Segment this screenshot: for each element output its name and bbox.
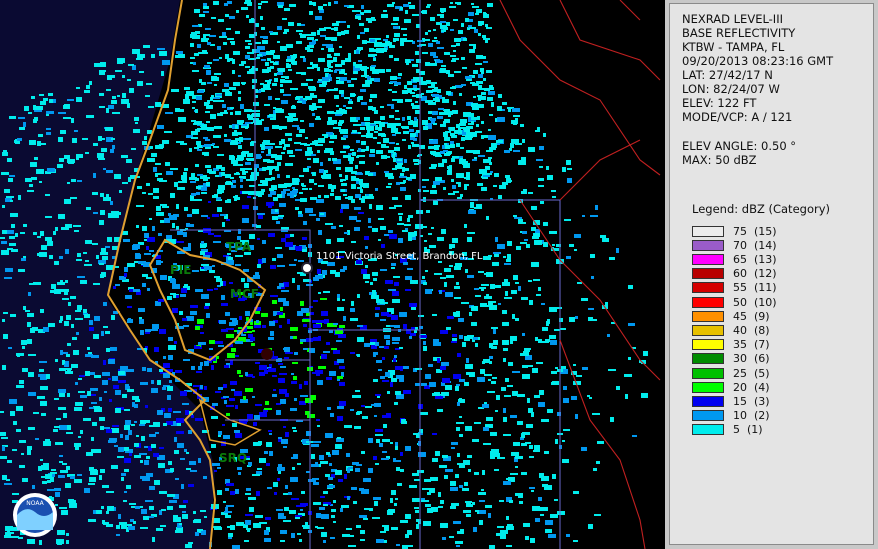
legend-row: 20 (4)	[692, 380, 770, 394]
station-label-srq: SRQ	[219, 451, 248, 465]
legend-label: 20 (4)	[733, 380, 770, 394]
legend-label: 5 (1)	[733, 423, 763, 437]
legend-row: 15 (3)	[692, 394, 770, 408]
scan-datetime: 09/20/2013 08:23:16 GMT	[682, 54, 834, 68]
station-name: KTBW - TAMPA, FL	[682, 40, 785, 54]
radar-map[interactable]: NOAA TPA PIE MCF SRQ 1101 Victoria Stree…	[0, 0, 665, 549]
legend-label: 65 (13)	[733, 252, 777, 266]
legend-label: 25 (5)	[733, 366, 770, 380]
legend-swatch	[692, 324, 724, 336]
longitude: LON: 82/24/07 W	[682, 82, 780, 96]
max-dbz: MAX: 50 dBZ	[682, 153, 757, 167]
mode-vcp: MODE/VCP: A / 121	[682, 110, 793, 124]
elevation: ELEV: 122 FT	[682, 96, 757, 110]
legend-row: 60 (12)	[692, 267, 777, 281]
location-address-label: 1101 Victoria Street, Brandon, FL	[316, 251, 483, 262]
legend-row: 65 (13)	[692, 252, 777, 266]
legend-label: 15 (3)	[733, 394, 770, 408]
legend-row: 25 (5)	[692, 366, 770, 380]
legend-row: 55 (11)	[692, 281, 777, 295]
legend-swatch	[692, 282, 724, 294]
legend-label: 30 (6)	[733, 352, 770, 366]
legend-row: 70 (14)	[692, 238, 777, 252]
radar-site-center	[261, 348, 273, 360]
legend-row: 40 (8)	[692, 323, 770, 337]
station-label-pie: PIE	[170, 263, 192, 277]
legend-swatch	[692, 339, 724, 351]
legend-swatch	[692, 395, 724, 407]
station-label-mcf: MCF	[230, 287, 259, 301]
noaa-logo: NOAA	[13, 493, 57, 537]
legend-title: Legend: dBZ (Category)	[692, 202, 830, 216]
legend-swatch	[692, 381, 724, 393]
legend-label: 10 (2)	[733, 409, 770, 423]
legend-swatch	[692, 296, 724, 308]
legend-swatch	[692, 239, 724, 251]
legend-row: 50 (10)	[692, 295, 777, 309]
legend-swatch	[692, 367, 724, 379]
legend-label: 40 (8)	[733, 323, 770, 337]
legend-label: 50 (10)	[733, 295, 777, 309]
legend-swatch	[692, 268, 724, 280]
station-label-tpa: TPA	[226, 240, 252, 254]
elev-angle: ELEV ANGLE: 0.50 °	[682, 139, 797, 153]
latitude: LAT: 27/42/17 N	[682, 68, 773, 82]
legend-row: 35 (7)	[692, 338, 770, 352]
legend-label: 55 (11)	[733, 281, 777, 295]
svg-text:NOAA: NOAA	[26, 500, 44, 507]
legend-label: 35 (7)	[733, 338, 770, 352]
legend-label: 45 (9)	[733, 309, 770, 323]
legend-row: 30 (6)	[692, 352, 770, 366]
legend-row: 75 (15)	[692, 224, 777, 238]
legend-label: 70 (14)	[733, 238, 777, 252]
legend-swatch	[692, 424, 724, 436]
legend-label: 60 (12)	[733, 267, 777, 281]
legend-row: 10 (2)	[692, 409, 770, 423]
legend-swatch	[692, 253, 724, 265]
product-name: NEXRAD LEVEL-III	[682, 12, 783, 26]
legend-swatch	[692, 353, 724, 365]
legend-row: 45 (9)	[692, 309, 770, 323]
radar-viewer: NOAA TPA PIE MCF SRQ 1101 Victoria Stree…	[0, 0, 878, 549]
info-panel: NEXRAD LEVEL-III BASE REFLECTIVITY KTBW …	[669, 3, 874, 545]
legend-swatch	[692, 225, 724, 237]
legend-swatch	[692, 310, 724, 322]
legend-row: 5 (1)	[692, 423, 763, 437]
location-marker-icon[interactable]	[301, 262, 313, 274]
legend-swatch	[692, 410, 724, 422]
state-roads	[499, 0, 661, 549]
legend-label: 75 (15)	[733, 224, 777, 238]
product-type: BASE REFLECTIVITY	[682, 26, 796, 40]
radar-map-canvas: NOAA	[0, 0, 661, 549]
